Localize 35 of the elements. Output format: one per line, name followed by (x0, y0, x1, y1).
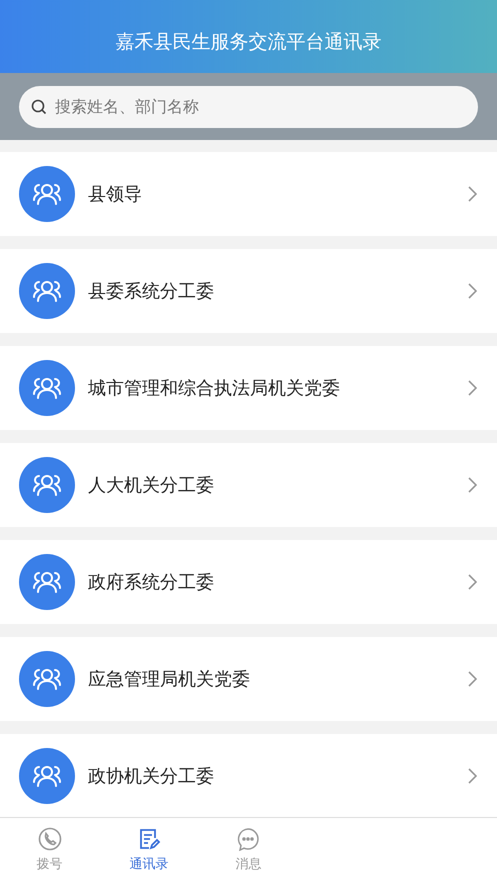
group-name: 人大机关分工委 (88, 474, 215, 498)
group-row[interactable]: 人大机关分工委 (0, 443, 497, 527)
search-icon (31, 98, 47, 114)
phone-icon (38, 826, 62, 851)
group-name: 应急管理局机关党委 (88, 668, 251, 692)
chevron-right-icon (468, 477, 477, 493)
group-row[interactable]: 县委系统分工委 (0, 249, 497, 333)
search-field[interactable]: 搜索姓名、部门名称 (19, 86, 478, 128)
notepad-icon (137, 826, 162, 851)
chevron-right-icon (468, 574, 477, 590)
group-row[interactable]: 政府系统分工委 (0, 540, 497, 624)
group-icon (31, 763, 63, 789)
group-name: 县领导 (88, 182, 143, 206)
tab[interactable]: 通讯录 (99, 818, 199, 883)
group-row[interactable]: 城市管理和综合执法局机关党委 (0, 346, 497, 430)
group-row[interactable]: 政协机关分工委 (0, 734, 497, 817)
chevron-right-icon (468, 380, 477, 396)
group-name: 县委系统分工委 (88, 280, 215, 304)
group-name: 政府系统分工委 (88, 570, 215, 594)
group-icon (31, 472, 63, 498)
header-title: 嘉禾县民生服务交流平台通讯录 (116, 30, 382, 56)
chevron-right-icon (468, 186, 477, 202)
chevron-right-icon (468, 283, 477, 299)
group-row[interactable]: 县领导 (0, 152, 497, 236)
chevron-right-icon (468, 671, 477, 687)
group-name: 城市管理和综合执法局机关党委 (88, 376, 341, 400)
group-icon (31, 375, 63, 401)
group-icon (31, 278, 63, 304)
group-icon (31, 181, 63, 207)
group-icon (31, 569, 63, 595)
chevron-right-icon (468, 768, 477, 784)
group-name: 政协机关分工委 (88, 764, 215, 788)
group-row[interactable]: 应急管理局机关党委 (0, 637, 497, 721)
group-icon (31, 666, 63, 692)
chat-bubble-icon (236, 826, 260, 851)
